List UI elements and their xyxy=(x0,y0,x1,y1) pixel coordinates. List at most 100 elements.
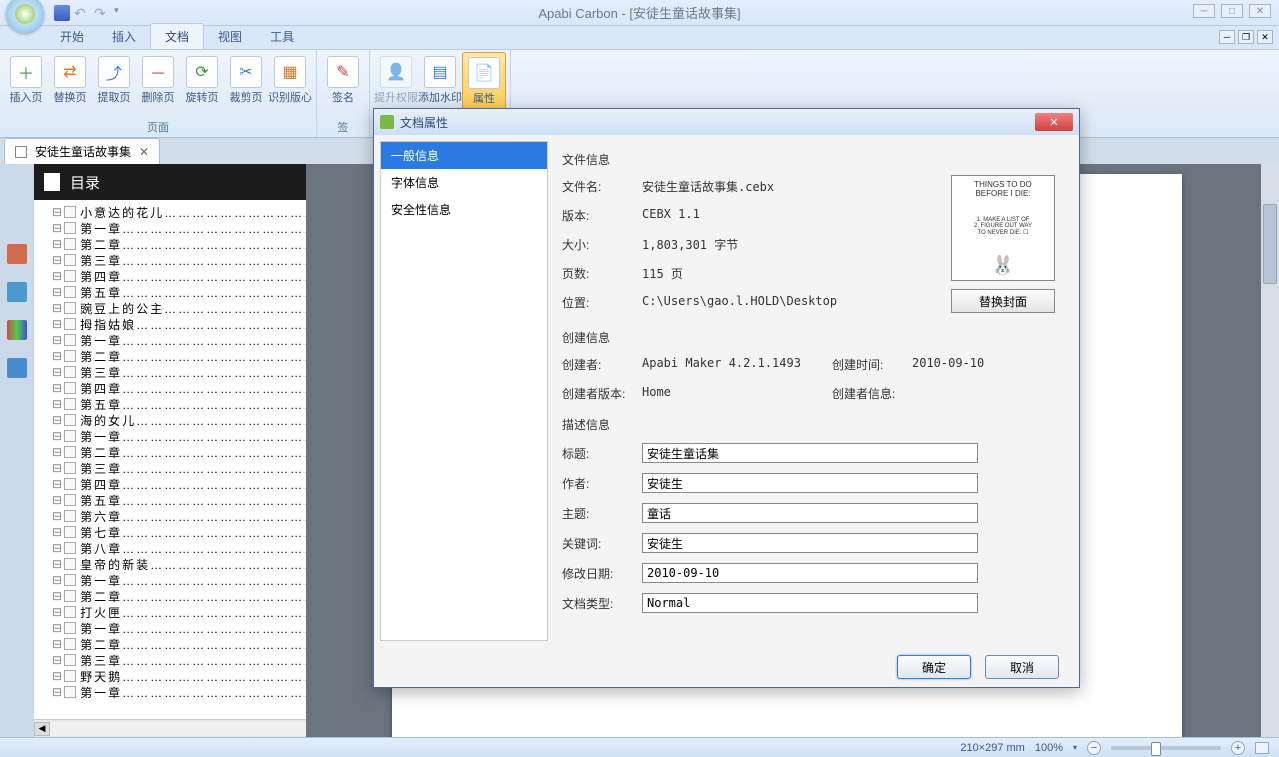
document-tab[interactable]: 安徒生童话故事集 ✕ xyxy=(4,138,160,164)
page-icon xyxy=(64,494,76,506)
maximize-button[interactable]: □ xyxy=(1221,4,1243,18)
page-icon xyxy=(64,622,76,634)
title-label: 标题: xyxy=(562,445,642,462)
detect-icon: ▦ xyxy=(274,56,306,88)
page-icon xyxy=(64,446,76,458)
replace-page-button[interactable]: ⇄替换页 xyxy=(48,52,92,117)
doctype-input[interactable] xyxy=(642,593,978,613)
delete-page-button[interactable]: －删除页 xyxy=(136,52,180,117)
dialog-close-button[interactable]: ✕ xyxy=(1035,113,1073,131)
ribbon-group-sign: 签 xyxy=(321,117,365,137)
author-input[interactable] xyxy=(642,473,978,493)
sidetool-1[interactable] xyxy=(7,244,27,264)
subject-input[interactable] xyxy=(642,503,978,523)
page-icon xyxy=(64,526,76,538)
bunny-icon: 🐰 xyxy=(956,255,1050,276)
author-label: 作者: xyxy=(562,475,642,492)
desc-section-title: 描述信息 xyxy=(562,416,1061,433)
page-icon xyxy=(64,398,76,410)
zoom-in-button[interactable]: + xyxy=(1231,741,1245,755)
nav-security[interactable]: 安全性信息 xyxy=(381,196,547,223)
file-size-value: 1,803,301 字节 xyxy=(642,236,738,253)
zoom-dropdown-icon[interactable]: ▾ xyxy=(1073,743,1077,752)
keyword-input[interactable] xyxy=(642,533,978,553)
file-loc-value: C:\Users\gao.l.HOLD\Desktop xyxy=(642,294,837,311)
nav-font[interactable]: 字体信息 xyxy=(381,169,547,196)
status-bar: 210×297 mm 100% ▾ − + xyxy=(0,737,1279,757)
page-icon xyxy=(64,542,76,554)
scrollbar-thumb[interactable] xyxy=(1263,204,1277,284)
qat-save-icon[interactable] xyxy=(54,5,70,21)
file-name-label: 文件名: xyxy=(562,178,642,195)
page-delete-icon: － xyxy=(142,56,174,88)
page-icon xyxy=(64,302,76,314)
minimize-button[interactable]: ─ xyxy=(1193,4,1215,18)
quick-access-toolbar: ↶ ↷ ▾ xyxy=(54,5,130,21)
sidetool-3[interactable] xyxy=(7,320,27,340)
sidetool-2[interactable] xyxy=(7,282,27,302)
sign-button[interactable]: ✎签名 xyxy=(321,52,365,117)
side-tool-strip xyxy=(0,164,34,737)
nav-general[interactable]: 一般信息 xyxy=(381,142,547,169)
scroll-left-button[interactable]: ◀ xyxy=(34,722,50,736)
mdi-close-button[interactable]: ✕ xyxy=(1257,30,1273,44)
rotate-page-button[interactable]: ⟳旋转页 xyxy=(180,52,224,117)
qat-undo-icon[interactable]: ↶ xyxy=(74,5,90,21)
dialog-content: 文件信息 文件名:安徒生童话故事集.cebx 版本:CEBX 1.1 大小:1,… xyxy=(554,135,1079,647)
insert-page-button[interactable]: ＋插入页 xyxy=(4,52,48,117)
dialog-title-bar[interactable]: 文档属性 ✕ xyxy=(374,109,1079,135)
elevate-icon: 👤 xyxy=(380,56,412,88)
page-icon xyxy=(64,654,76,666)
page-icon xyxy=(64,254,76,266)
tab-view[interactable]: 视图 xyxy=(204,24,256,49)
tab-insert[interactable]: 插入 xyxy=(98,24,150,49)
qat-dropdown-icon[interactable]: ▾ xyxy=(114,5,130,21)
creator-label: 创建者: xyxy=(562,356,642,373)
page-icon xyxy=(64,686,76,698)
outline-panel: 目录 ◀ ⊟小意达的花儿……………………………………⊟第一章…………………………… xyxy=(0,164,306,737)
page-icon xyxy=(64,206,76,218)
tab-tools[interactable]: 工具 xyxy=(256,24,308,49)
file-pages-label: 页数: xyxy=(562,265,642,282)
mdi-restore-button[interactable]: ❐ xyxy=(1238,30,1254,44)
page-icon xyxy=(64,638,76,650)
sidetool-4[interactable] xyxy=(7,358,27,378)
file-name-value: 安徒生童话故事集.cebx xyxy=(642,178,774,195)
close-button[interactable]: ✕ xyxy=(1249,4,1271,18)
outline-title: 目录 xyxy=(70,172,100,193)
cinfo-label: 创建者信息: xyxy=(832,385,912,402)
fit-button[interactable] xyxy=(1255,742,1269,754)
tab-document[interactable]: 文档 xyxy=(150,23,204,49)
ribbon-tab-bar: 开始 插入 文档 视图 工具 ─ ❐ ✕ xyxy=(0,26,1279,50)
page-icon xyxy=(64,558,76,570)
properties-icon: 📄 xyxy=(468,57,500,89)
mdi-minimize-button[interactable]: ─ xyxy=(1219,30,1235,44)
replace-cover-button[interactable]: 替换封面 xyxy=(951,289,1055,313)
page-icon xyxy=(64,270,76,282)
zoom-slider[interactable] xyxy=(1111,746,1221,750)
page-icon xyxy=(64,414,76,426)
file-ver-label: 版本: xyxy=(562,207,642,224)
page-icon xyxy=(64,350,76,362)
zoom-out-button[interactable]: − xyxy=(1087,741,1101,755)
title-input[interactable] xyxy=(642,443,978,463)
extract-page-button[interactable]: ⤴提取页 xyxy=(92,52,136,117)
page-icon xyxy=(64,670,76,682)
page-dimensions: 210×297 mm xyxy=(960,742,1025,754)
page-icon xyxy=(64,366,76,378)
ctime-label: 创建时间: xyxy=(832,356,912,373)
sign-icon: ✎ xyxy=(327,56,359,88)
qat-redo-icon[interactable]: ↷ xyxy=(94,5,110,21)
create-section-title: 创建信息 xyxy=(562,329,1061,346)
detect-layout-button[interactable]: ▦识别版心 xyxy=(268,52,312,117)
document-tab-close[interactable]: ✕ xyxy=(139,145,149,159)
cancel-button[interactable]: 取消 xyxy=(985,655,1059,679)
crop-page-button[interactable]: ✂裁剪页 xyxy=(224,52,268,117)
ok-button[interactable]: 确定 xyxy=(897,655,971,679)
moddate-label: 修改日期: xyxy=(562,565,642,582)
page-icon xyxy=(64,430,76,442)
vertical-scrollbar[interactable] xyxy=(1261,164,1279,737)
moddate-input[interactable] xyxy=(642,563,978,583)
page-icon xyxy=(64,382,76,394)
tab-start[interactable]: 开始 xyxy=(46,24,98,49)
